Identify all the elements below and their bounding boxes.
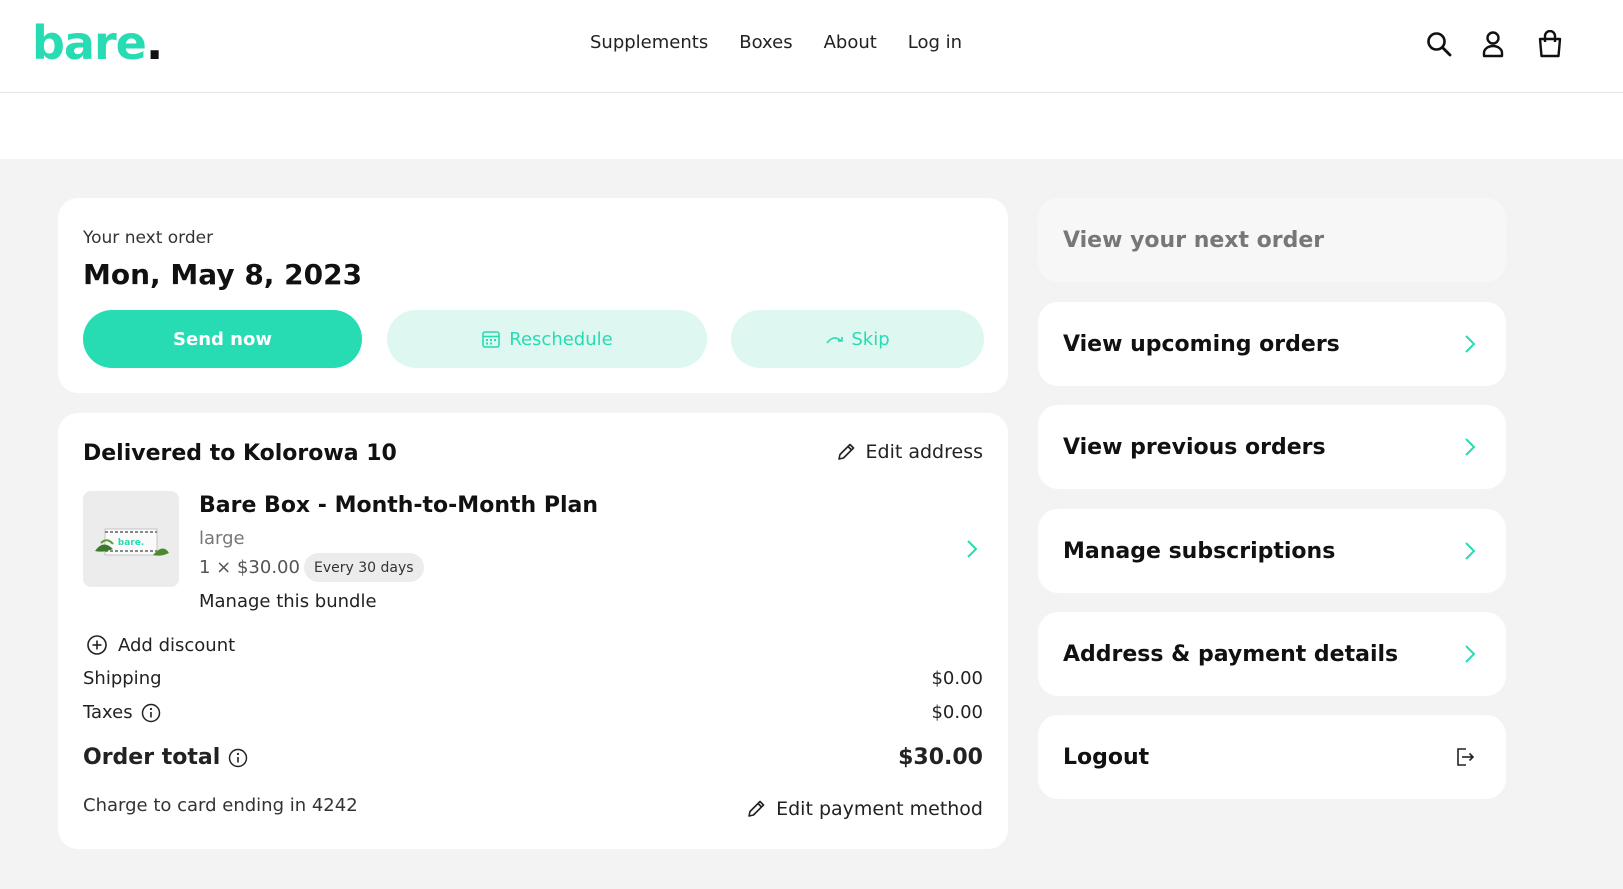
nav-item-login[interactable]: Log in <box>908 32 962 53</box>
order-total-value: $30.00 <box>898 745 983 770</box>
brand-logo[interactable]: bare. <box>32 16 163 70</box>
logout-icon <box>1457 748 1475 766</box>
shipping-value: $0.00 <box>931 668 983 689</box>
next-order-card: Your next order Mon, May 8, 2023 Send no… <box>58 198 1008 393</box>
sidebar-item-label: Manage subscriptions <box>1063 538 1336 564</box>
product-price-line: 1 × $30.00 <box>199 557 300 578</box>
charge-card-text: Charge to card ending in 4242 <box>83 795 358 816</box>
chevron-right-icon <box>1465 542 1476 560</box>
nav-item-boxes[interactable]: Boxes <box>739 32 792 53</box>
next-order-date: Mon, May 8, 2023 <box>83 258 363 291</box>
reschedule-button[interactable]: Reschedule <box>387 310 707 368</box>
delivery-address-heading: Delivered to Kolorowa 10 <box>83 441 397 466</box>
taxes-label: Taxes <box>83 702 133 723</box>
product-title[interactable]: Bare Box - Month-to-Month Plan <box>199 493 598 518</box>
chevron-right-icon <box>1465 438 1476 456</box>
header-icons <box>1423 26 1623 66</box>
nav-item-supplements[interactable]: Supplements <box>590 32 708 53</box>
skip-arrow-icon <box>826 337 844 344</box>
order-details-card: Delivered to Kolorowa 10 Edit address ba… <box>58 413 1008 849</box>
order-total-row: Order total $30.00 <box>83 745 983 770</box>
nav-item-about[interactable]: About <box>824 32 877 53</box>
info-icon[interactable] <box>141 703 161 723</box>
pencil-icon <box>837 443 854 460</box>
add-discount-label: Add discount <box>118 634 236 656</box>
taxes-row: Taxes $0.00 <box>83 702 983 723</box>
sidebar-item-label: Logout <box>1063 744 1150 770</box>
site-header: bare. Supplements Boxes About Log in <box>0 0 1623 93</box>
product-variant: large <box>199 528 245 549</box>
order-total-label: Order total <box>83 745 221 770</box>
sidebar-item-label: View previous orders <box>1063 434 1326 460</box>
calendar-icon <box>482 331 501 348</box>
skip-label: Skip <box>851 328 890 350</box>
info-icon[interactable] <box>228 748 248 768</box>
sidebar-item-logout[interactable]: Logout <box>1038 715 1506 799</box>
product-thumbnail[interactable]: bare. <box>83 491 179 587</box>
sidebar-item-manage-subscriptions[interactable]: Manage subscriptions <box>1038 509 1506 593</box>
sidebar-item-next-order[interactable]: View your next order <box>1038 198 1506 282</box>
manage-bundle-link[interactable]: Manage this bundle <box>199 591 377 612</box>
plus-circle-icon <box>87 635 107 655</box>
chevron-right-icon <box>1465 335 1476 353</box>
cart-icon[interactable] <box>1534 26 1566 62</box>
frequency-badge: Every 30 days <box>304 553 424 582</box>
next-order-label: Your next order <box>83 228 214 248</box>
chevron-right-icon[interactable] <box>966 539 978 563</box>
send-now-button[interactable]: Send now <box>83 310 362 368</box>
sidebar-item-label: View your next order <box>1063 227 1325 253</box>
shipping-label: Shipping <box>83 668 162 689</box>
edit-address-link[interactable]: Edit address <box>836 441 983 463</box>
sidebar-item-address-payment[interactable]: Address & payment details <box>1038 612 1506 696</box>
edit-payment-label: Edit payment method <box>776 798 983 820</box>
pencil-icon <box>748 800 765 817</box>
sidebar-item-label: View upcoming orders <box>1063 331 1340 357</box>
reschedule-label: Reschedule <box>509 328 613 350</box>
search-icon[interactable] <box>1423 26 1455 62</box>
chevron-right-icon <box>1465 645 1476 663</box>
sidebar-item-upcoming-orders[interactable]: View upcoming orders <box>1038 302 1506 386</box>
sidebar-item-label: Address & payment details <box>1063 641 1399 667</box>
shipping-row: Shipping $0.00 <box>83 668 983 689</box>
taxes-value: $0.00 <box>931 702 983 723</box>
add-discount-link[interactable]: Add discount <box>86 634 235 656</box>
edit-payment-link[interactable]: Edit payment method <box>746 798 983 820</box>
send-now-label: Send now <box>173 328 272 350</box>
header-spacer <box>0 93 1623 159</box>
thumbnail-logo-text: bare. <box>118 538 144 548</box>
skip-button[interactable]: Skip <box>731 310 984 368</box>
main-nav: Supplements Boxes About Log in <box>590 32 962 53</box>
sidebar-item-previous-orders[interactable]: View previous orders <box>1038 405 1506 489</box>
edit-address-label: Edit address <box>865 441 983 463</box>
account-icon[interactable] <box>1477 26 1509 62</box>
